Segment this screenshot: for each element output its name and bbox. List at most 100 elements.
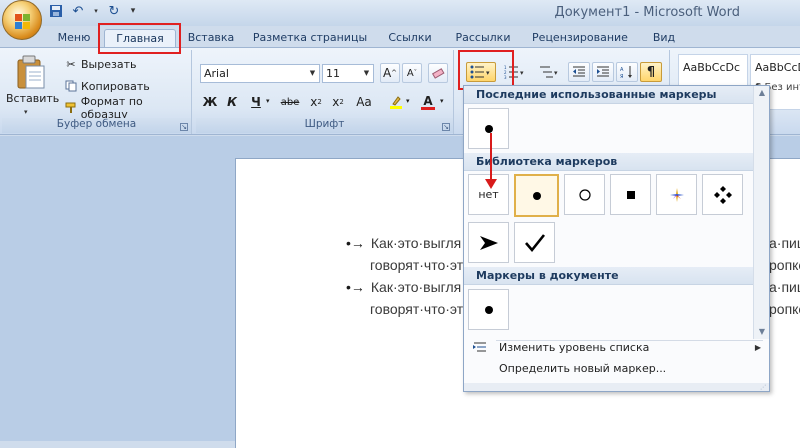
pilcrow-icon: ¶ bbox=[646, 64, 656, 80]
doc-right-fragment-4: ропке bbox=[769, 301, 800, 317]
doc-line-2: говорят·что·эт bbox=[370, 257, 464, 273]
doc-right-fragment-2: ропке bbox=[769, 257, 800, 273]
decrease-indent-icon bbox=[573, 66, 585, 77]
font-dialog-launcher-icon[interactable]: ↘ bbox=[442, 123, 450, 131]
office-button[interactable] bbox=[2, 0, 42, 40]
strikethrough-button[interactable]: abe bbox=[280, 92, 300, 112]
clear-formatting-button[interactable] bbox=[428, 63, 448, 83]
four-color-star-icon bbox=[669, 187, 684, 202]
bullet-hollow-circle[interactable] bbox=[564, 174, 605, 215]
paste-dropdown-icon[interactable]: ▾ bbox=[24, 108, 28, 116]
submenu-arrow-icon: ▶ bbox=[754, 343, 761, 352]
highlight-home-tab bbox=[98, 23, 181, 54]
doc-right-fragment-3: а·пиш bbox=[769, 279, 800, 295]
highlight-bullets-button bbox=[458, 50, 514, 90]
tab-page-layout[interactable]: Разметка страницы bbox=[250, 29, 370, 48]
tab-review[interactable]: Рецензирование bbox=[526, 29, 634, 48]
sort-button[interactable]: АЯ bbox=[616, 62, 638, 82]
arrowhead-icon bbox=[479, 235, 498, 250]
tab-insert[interactable]: Вставка bbox=[182, 29, 240, 48]
filled-dot-icon bbox=[532, 191, 541, 200]
doc-line-1-text: Как·это·выгля bbox=[370, 235, 462, 251]
recent-bullets-header: Последние использованные маркеры bbox=[464, 86, 755, 104]
change-list-level-item[interactable]: Изменить уровень списка ▶ bbox=[464, 337, 769, 359]
shrink-font-button[interactable]: Aˇ bbox=[402, 63, 422, 83]
bullet-checkmark[interactable] bbox=[514, 222, 555, 263]
format-painter-button[interactable]: Формат по образцу bbox=[64, 95, 191, 121]
italic-button[interactable]: К bbox=[222, 92, 242, 112]
paste-icon[interactable] bbox=[16, 54, 46, 92]
clipboard-group: Вставить ▾ ✂ Вырезать Копировать Формат … bbox=[2, 50, 192, 134]
document-bullet-dot[interactable] bbox=[468, 289, 509, 330]
bullet-arrowhead[interactable] bbox=[468, 222, 509, 263]
annotation-arrow-head bbox=[485, 179, 497, 189]
tab-view[interactable]: Вид bbox=[646, 29, 682, 48]
change-list-level-label: Изменить уровень списка bbox=[499, 341, 650, 354]
doc-line-4: говорят·что·эт bbox=[370, 301, 464, 317]
superscript-button[interactable]: x2 bbox=[328, 92, 348, 112]
define-new-bullet-label: Определить новый маркер... bbox=[499, 362, 667, 375]
increase-indent-button[interactable] bbox=[592, 62, 614, 82]
chevron-down-icon[interactable]: ▼ bbox=[307, 66, 318, 81]
bullet-square[interactable] bbox=[610, 174, 651, 215]
bullet-library-header: Библиотека маркеров bbox=[464, 153, 755, 171]
diamond-cluster-icon bbox=[713, 185, 732, 204]
filled-dot-icon bbox=[484, 124, 493, 133]
multilevel-list-button[interactable]: ▾ bbox=[534, 62, 564, 82]
copy-icon bbox=[64, 79, 78, 93]
bullet-library-menu: Последние использованные маркеры Библиот… bbox=[463, 85, 770, 392]
filled-square-icon bbox=[626, 190, 635, 199]
recent-bullet-dot[interactable] bbox=[468, 108, 509, 149]
resize-grip-icon: ⋰ bbox=[760, 384, 766, 391]
change-case-button[interactable]: Aa bbox=[352, 92, 376, 112]
doc-line-3: •→ Как·это·выгля bbox=[346, 279, 461, 295]
bullet-filled-dot[interactable] bbox=[514, 174, 559, 217]
bullet-four-diamond[interactable] bbox=[656, 174, 697, 215]
tab-references[interactable]: Ссылки bbox=[382, 29, 438, 48]
show-formatting-button[interactable]: ¶ bbox=[640, 62, 662, 82]
window-title: Документ1 - Microsoft Word bbox=[554, 5, 740, 20]
paste-button-label[interactable]: Вставить bbox=[6, 92, 59, 105]
tab-menu[interactable]: Меню bbox=[54, 29, 94, 48]
cut-button[interactable]: ✂ Вырезать bbox=[64, 55, 136, 73]
highlight-dropdown-icon[interactable]: ▾ bbox=[406, 97, 410, 105]
copy-label: Копировать bbox=[81, 79, 150, 93]
underline-button[interactable]: Ч bbox=[246, 92, 266, 112]
highlight-button[interactable] bbox=[386, 92, 406, 112]
svg-text:▾: ▾ bbox=[520, 69, 524, 77]
clipboard-dialog-launcher-icon[interactable]: ↘ bbox=[180, 123, 188, 131]
chevron-down-icon[interactable]: ▼ bbox=[361, 66, 372, 81]
font-color-button[interactable]: A bbox=[418, 92, 438, 112]
document-bullets-header: Маркеры в документе bbox=[464, 267, 755, 285]
highlighter-icon bbox=[390, 96, 402, 109]
list-level-icon bbox=[473, 342, 486, 352]
font-size-combo[interactable]: 11 ▼ bbox=[322, 64, 374, 83]
underline-dropdown-icon[interactable]: ▾ bbox=[266, 97, 270, 105]
menu-resize-grip[interactable]: ⋰ bbox=[464, 383, 769, 391]
decrease-indent-button[interactable] bbox=[568, 62, 590, 82]
font-name-combo[interactable]: Arial ▼ bbox=[200, 64, 320, 83]
tab-mailings[interactable]: Рассылки bbox=[450, 29, 516, 48]
scissors-icon: ✂ bbox=[66, 57, 76, 71]
menu-scrollbar[interactable]: ▲ ▼ bbox=[753, 86, 769, 339]
font-color-swatch bbox=[421, 106, 435, 110]
font-color-label: A bbox=[423, 93, 433, 108]
doc-line-1: •→ Как·это·выгля bbox=[346, 235, 461, 251]
hollow-circle-icon bbox=[578, 188, 591, 201]
office-logo-icon bbox=[15, 14, 30, 29]
superscript-label: x bbox=[332, 95, 340, 109]
font-group-label: Шрифт bbox=[196, 118, 453, 133]
clipboard-group-label: Буфер обмена bbox=[2, 118, 191, 133]
bold-button[interactable]: Ж bbox=[200, 92, 220, 112]
copy-button[interactable]: Копировать bbox=[64, 77, 150, 95]
font-name-value: Arial bbox=[204, 67, 229, 80]
bullet-diamond-cluster[interactable] bbox=[702, 174, 743, 215]
svg-text:▾: ▾ bbox=[554, 69, 558, 77]
grow-font-button[interactable]: A ^ bbox=[380, 63, 400, 83]
subscript-button[interactable]: x2 bbox=[306, 92, 326, 112]
scroll-up-icon[interactable]: ▲ bbox=[757, 88, 767, 98]
scroll-down-icon[interactable]: ▼ bbox=[757, 327, 767, 337]
define-new-bullet-item[interactable]: Определить новый маркер... bbox=[464, 358, 769, 380]
format-painter-icon bbox=[64, 101, 78, 115]
font-color-dropdown-icon[interactable]: ▾ bbox=[440, 97, 444, 105]
